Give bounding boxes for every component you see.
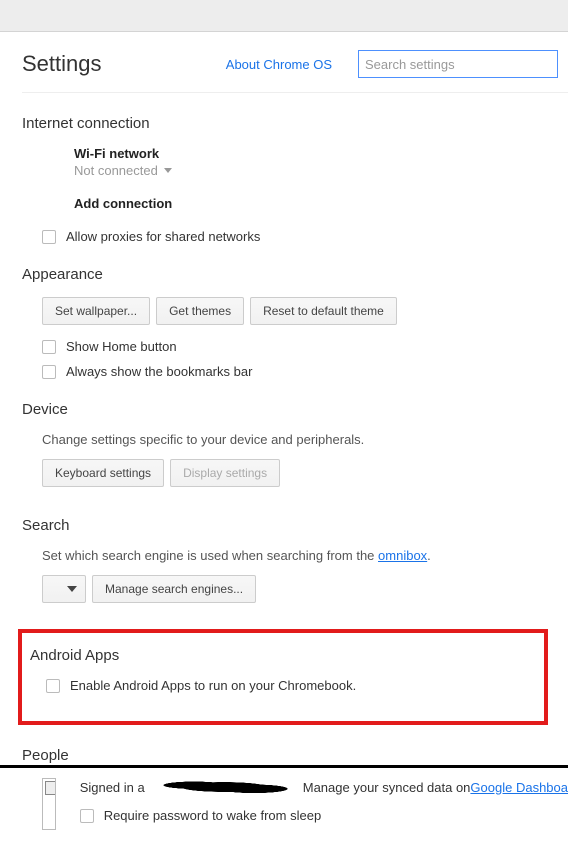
signed-in-prefix: Signed in a xyxy=(80,780,145,795)
section-title-search: Search xyxy=(22,517,568,534)
reset-theme-button[interactable]: Reset to default theme xyxy=(250,297,397,325)
search-engine-dropdown[interactable] xyxy=(42,575,86,603)
section-device: Device Change settings specific to your … xyxy=(22,401,568,495)
keyboard-settings-button[interactable]: Keyboard settings xyxy=(42,459,164,487)
window-titlebar xyxy=(0,0,568,32)
redacted-account xyxy=(149,778,299,796)
display-settings-button: Display settings xyxy=(170,459,280,487)
header: Settings About Chrome OS xyxy=(22,32,568,93)
require-password-checkbox[interactable] xyxy=(80,809,94,823)
about-chrome-os-link[interactable]: About Chrome OS xyxy=(226,57,332,72)
settings-page: Settings About Chrome OS Internet connec… xyxy=(0,32,568,853)
search-desc-suffix: . xyxy=(427,548,431,563)
allow-proxies-row[interactable]: Allow proxies for shared networks xyxy=(42,229,568,244)
manage-search-engines-button[interactable]: Manage search engines... xyxy=(92,575,256,603)
require-password-label: Require password to wake from sleep xyxy=(104,808,322,823)
section-people: People Submi Signed in a Manage your syn… xyxy=(22,747,568,833)
allow-proxies-label: Allow proxies for shared networks xyxy=(66,229,260,244)
section-title-internet: Internet connection xyxy=(22,115,568,132)
chevron-down-icon xyxy=(164,168,172,173)
search-desc-prefix: Set which search engine is used when sea… xyxy=(42,548,378,563)
section-title-device: Device xyxy=(22,401,568,418)
section-title-appearance: Appearance xyxy=(22,266,568,283)
wifi-status-row: Not connected xyxy=(74,163,568,178)
require-password-row[interactable]: Require password to wake from sleep xyxy=(80,808,568,823)
wifi-label: Wi-Fi network xyxy=(74,146,568,161)
show-home-label: Show Home button xyxy=(66,339,177,354)
device-description: Change settings specific to your device … xyxy=(42,432,568,447)
wifi-status: Not connected xyxy=(74,163,158,178)
profile-avatar[interactable]: Submi xyxy=(42,778,56,830)
section-search: Search Set which search engine is used w… xyxy=(22,517,568,611)
wifi-network-item[interactable]: Wi-Fi network Not connected xyxy=(42,146,568,178)
enable-android-checkbox[interactable] xyxy=(46,679,60,693)
page-title: Settings xyxy=(22,51,102,77)
caret-down-icon xyxy=(67,586,77,592)
add-connection-item[interactable]: Add connection xyxy=(42,196,568,211)
set-wallpaper-button[interactable]: Set wallpaper... xyxy=(42,297,150,325)
section-title-android: Android Apps xyxy=(30,647,530,664)
add-connection-label: Add connection xyxy=(74,196,568,211)
search-description: Set which search engine is used when sea… xyxy=(42,548,568,563)
get-themes-button[interactable]: Get themes xyxy=(156,297,244,325)
enable-android-label: Enable Android Apps to run on your Chrom… xyxy=(70,678,356,693)
always-bookmarks-label: Always show the bookmarks bar xyxy=(66,364,252,379)
show-home-row[interactable]: Show Home button xyxy=(42,339,568,354)
section-title-people: People xyxy=(22,747,568,764)
section-internet: Internet connection Wi-Fi network Not co… xyxy=(22,115,568,244)
signed-in-line: Signed in a Manage your synced data on G… xyxy=(80,778,568,796)
always-bookmarks-row[interactable]: Always show the bookmarks bar xyxy=(42,364,568,379)
omnibox-link[interactable]: omnibox xyxy=(378,548,427,563)
show-home-checkbox[interactable] xyxy=(42,340,56,354)
section-appearance: Appearance Set wallpaper... Get themes R… xyxy=(22,266,568,379)
always-bookmarks-checkbox[interactable] xyxy=(42,365,56,379)
allow-proxies-checkbox[interactable] xyxy=(42,230,56,244)
manage-synced-text: Manage your synced data on xyxy=(303,780,471,795)
enable-android-row[interactable]: Enable Android Apps to run on your Chrom… xyxy=(46,678,530,693)
search-input[interactable] xyxy=(358,50,558,78)
google-dashboard-link[interactable]: Google Dashboa xyxy=(470,780,568,795)
section-android-apps-highlight: Android Apps Enable Android Apps to run … xyxy=(18,629,548,725)
